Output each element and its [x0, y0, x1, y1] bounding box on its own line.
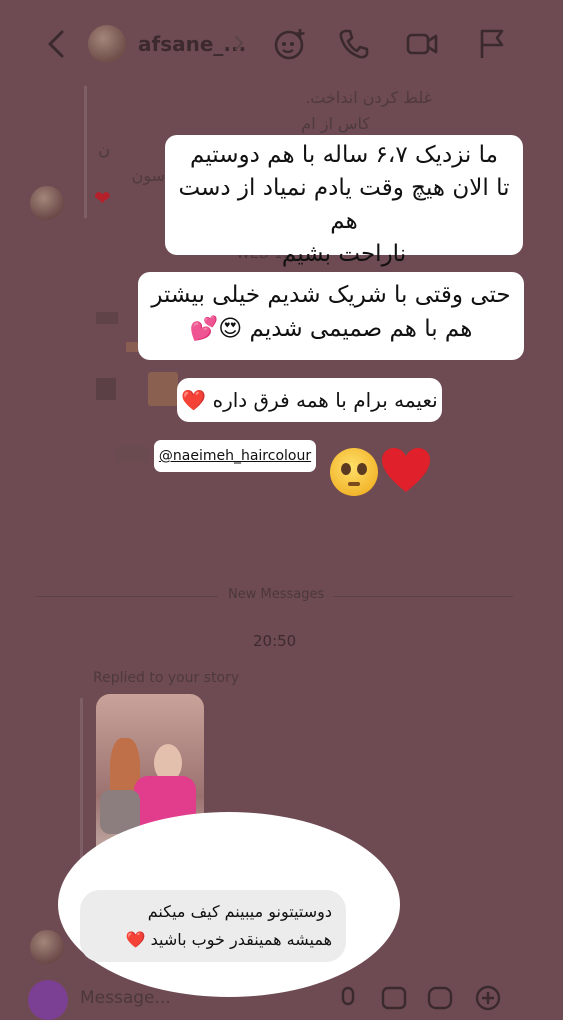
phone-icon[interactable]: [336, 26, 372, 62]
sticker-line: حتی وقتی با شریک شدیم خیلی بیشتر: [151, 282, 511, 308]
photo-fragment: [96, 312, 118, 324]
sticker-partnership: حتی وقتی با شریک شدیم خیلی بیشتر هم با ه…: [138, 272, 524, 360]
sticker-naeimeh: نعیمه برام با همه فرق داره ❤️: [177, 378, 442, 422]
message-bubble[interactable]: دوستیتونو میبینم کیف میکنم همیشه همینقدر…: [80, 890, 346, 962]
video-icon[interactable]: [404, 26, 440, 62]
mention-text[interactable]: @naeimeh_haircolour: [159, 448, 311, 464]
bubble-line: همیشه همینقدر خوب باشید ❤️: [125, 930, 332, 949]
sticker-line: ناراحت بشیم: [281, 241, 407, 267]
bubble-line: دوستیتونو میبینم کیف میکنم: [147, 902, 332, 921]
divider-right: [333, 596, 513, 597]
sticker-friendship: ما نزدیک ۶،۷ ساله با هم دوستیم تا الان ه…: [165, 135, 523, 267]
heart-icon: [382, 448, 430, 492]
effects-icon[interactable]: [272, 26, 308, 62]
photo-fragment: [126, 342, 138, 352]
quoted-line-2: کاس از ام: [301, 114, 370, 133]
back-icon[interactable]: [42, 28, 72, 60]
quoted-line-1: غلط کردن انداخت.: [305, 88, 432, 107]
camera-icon[interactable]: [28, 980, 68, 1020]
gallery-icon[interactable]: [380, 984, 408, 1012]
quoted-line-3: ن: [98, 140, 110, 159]
new-messages-label: New Messages: [228, 587, 325, 602]
heart-icon: ❤: [94, 186, 111, 210]
sticker-line: ما نزدیک ۶،۷ ساله با هم دوستیم: [190, 142, 498, 168]
sticker-line: هم با هم صمیمی شدیم 😍💕: [189, 316, 473, 342]
timestamp: 20:50: [253, 632, 297, 650]
sender-avatar: [30, 930, 64, 964]
pleading-face-icon: [330, 448, 378, 496]
divider-left: [36, 596, 218, 597]
sticker-icon[interactable]: [426, 984, 454, 1012]
mention-sticker[interactable]: @naeimeh_haircolour: [154, 440, 316, 472]
chevron-right-icon[interactable]: [232, 33, 246, 53]
avatar[interactable]: [88, 25, 126, 63]
photo-fragment: [96, 378, 116, 400]
sender-avatar: [30, 186, 64, 220]
username[interactable]: afsane_...: [138, 32, 246, 56]
message-input[interactable]: Message...: [80, 988, 171, 1008]
flag-icon[interactable]: [474, 26, 510, 62]
photo-fragment: [148, 372, 178, 406]
sticker-line: تا الان هیچ وقت یادم نمیاد از دست هم: [178, 175, 510, 234]
photo-fragment: [116, 446, 148, 462]
plus-icon[interactable]: [474, 984, 502, 1012]
replied-label: Replied to your story: [93, 670, 240, 686]
microphone-icon[interactable]: [334, 984, 362, 1012]
quoted-line-4: سون: [131, 166, 165, 185]
